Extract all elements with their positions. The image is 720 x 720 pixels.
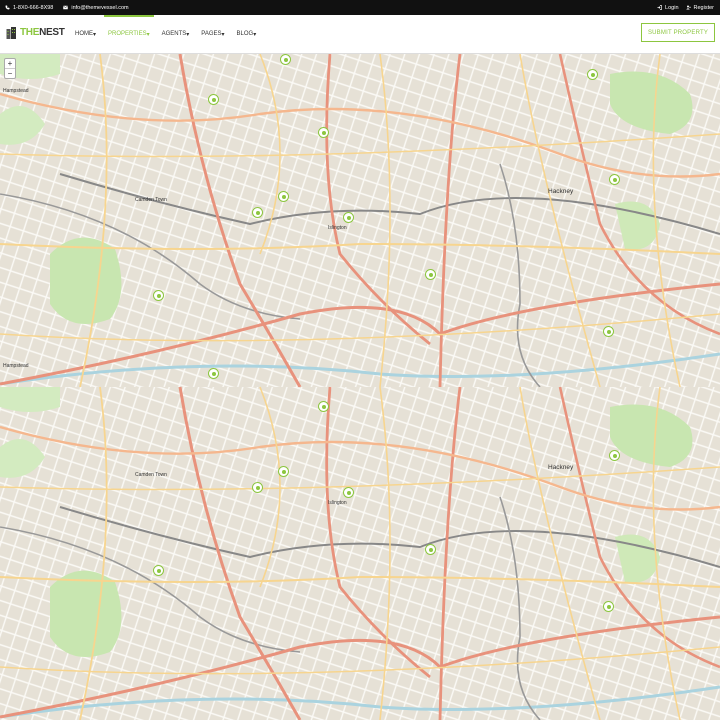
building-logo-icon	[6, 27, 16, 39]
brand-name-part1: THE	[20, 27, 40, 38]
register-link[interactable]: Register	[685, 4, 714, 11]
property-marker[interactable]	[153, 290, 164, 301]
property-marker[interactable]	[609, 174, 620, 185]
menu-item-agents[interactable]: AGENTS ▾	[162, 15, 190, 53]
property-marker[interactable]	[603, 326, 614, 337]
property-marker[interactable]	[587, 69, 598, 80]
dropdown-caret-icon: ▾	[186, 31, 190, 38]
menu-item-pages[interactable]: PAGES ▾	[201, 15, 224, 53]
property-marker[interactable]	[278, 466, 289, 477]
map-label-hampstead: Hampstead	[3, 363, 29, 369]
login-label: Login	[665, 4, 679, 11]
property-marker[interactable]	[318, 127, 329, 138]
property-marker[interactable]	[208, 94, 219, 105]
property-marker[interactable]	[603, 601, 614, 612]
main-menu: HOME ▾ PROPERTIES ▾ AGENTS ▾ PAGES ▾ BLOG ▾	[75, 15, 268, 53]
login-link[interactable]: Login	[657, 4, 679, 11]
map-label-islington: Islington	[328, 225, 347, 231]
menu-item-home[interactable]: HOME ▾	[75, 15, 96, 53]
email-contact[interactable]: info@themevessel.com	[63, 4, 129, 11]
map-label-islington: Islington	[328, 500, 347, 506]
property-marker[interactable]	[278, 191, 289, 202]
envelope-icon	[63, 5, 69, 10]
top-bar: 1-8X0-666-8X98 info@themevessel.com Logi…	[0, 0, 720, 15]
property-map[interactable]: Hampstead Camden Town Islington Hackney …	[0, 54, 720, 720]
property-marker[interactable]	[425, 269, 436, 280]
phone-number: 1-8X0-666-8X98	[13, 4, 54, 11]
property-marker[interactable]	[280, 54, 291, 65]
brand-logo[interactable]: THENEST	[6, 26, 65, 39]
login-icon	[657, 5, 662, 10]
dropdown-caret-icon: ▾	[221, 31, 225, 38]
zoom-out-button[interactable]: −	[5, 68, 15, 78]
property-marker[interactable]	[208, 368, 219, 379]
user-plus-icon	[685, 5, 691, 10]
property-marker[interactable]	[252, 207, 263, 218]
brand-name-part2: NEST	[39, 27, 65, 38]
property-marker[interactable]	[609, 450, 620, 461]
property-marker[interactable]	[343, 212, 354, 223]
map-tiles[interactable]	[0, 54, 720, 720]
property-marker[interactable]	[252, 482, 263, 493]
main-navbar: THENEST HOME ▾ PROPERTIES ▾ AGENTS ▾ PAGES ▾…	[0, 15, 720, 54]
property-marker[interactable]	[153, 565, 164, 576]
email-address: info@themevessel.com	[71, 4, 129, 11]
map-label-hackney: Hackney	[548, 188, 574, 195]
map-label-hampstead: Hampstead	[3, 88, 29, 94]
submit-property-button[interactable]: SUBMIT PROPERTY	[641, 23, 715, 42]
property-marker[interactable]	[343, 487, 354, 498]
dropdown-caret-icon: ▾	[93, 31, 97, 38]
map-label-camden-town: Camden Town	[135, 197, 167, 203]
property-marker[interactable]	[425, 544, 436, 555]
phone-icon	[5, 5, 10, 10]
map-label-camden-town: Camden Town	[135, 472, 167, 478]
phone-contact[interactable]: 1-8X0-666-8X98	[5, 5, 53, 11]
map-zoom-control: + −	[4, 58, 16, 79]
dropdown-caret-icon: ▾	[146, 31, 150, 38]
register-label: Register	[693, 4, 714, 11]
menu-item-properties[interactable]: PROPERTIES ▾	[104, 15, 154, 53]
dropdown-caret-icon: ▾	[253, 31, 257, 38]
zoom-in-button[interactable]: +	[5, 59, 15, 68]
map-label-hackney: Hackney	[548, 464, 574, 471]
property-marker[interactable]	[318, 401, 329, 412]
menu-item-blog[interactable]: BLOG ▾	[237, 15, 257, 53]
